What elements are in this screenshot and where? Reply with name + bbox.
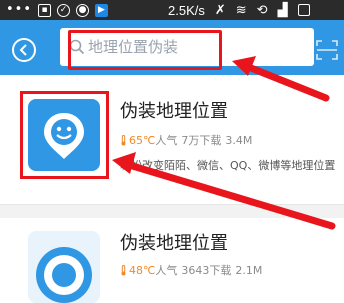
download-count: 7万下载 <box>181 134 222 147</box>
temperature-value: 65℃ <box>129 133 156 147</box>
scan-icon <box>316 40 338 60</box>
app-name[interactable]: 伪装地理位置 <box>120 97 228 123</box>
signal-icon: ▟ <box>277 2 288 17</box>
file-size: 2.1M <box>235 263 263 277</box>
check-notification-icon: ✓ <box>57 3 71 17</box>
app-meta: 48℃ 人气 3643下载 2.1M <box>120 262 262 278</box>
mute-icon: ✗ <box>214 2 226 17</box>
popularity-label: 人气 <box>155 134 178 147</box>
more-dots: ••• <box>6 2 33 17</box>
thermometer-icon <box>121 134 126 145</box>
status-bar: ••• ▪ ✓ ● ▶ 2.5K/s ✗ ≋ ⟲ ▟ <box>0 0 344 20</box>
file-size: 3.4M <box>225 133 253 147</box>
thermometer-icon <box>121 264 126 275</box>
temperature: 48℃ <box>120 264 155 277</box>
download-count: 3643下载 <box>181 264 232 277</box>
smiley-location-icon <box>44 113 84 159</box>
back-button[interactable] <box>12 38 36 62</box>
image-notification-icon: ▪ <box>38 3 52 17</box>
app-icon[interactable] <box>28 99 100 171</box>
search-header <box>0 20 344 75</box>
battery-icon <box>297 4 310 16</box>
sync-icon: ⟲ <box>256 2 268 17</box>
search-box[interactable] <box>60 28 314 66</box>
chevron-left-icon <box>19 44 27 56</box>
list-divider <box>0 205 344 218</box>
wifi-icon: ≋ <box>235 2 247 17</box>
temperature: 65℃ <box>120 134 155 147</box>
location-notification-icon: ● <box>76 3 90 17</box>
search-icon <box>68 38 86 56</box>
network-speed: 2.5K/s <box>168 2 205 18</box>
list-item[interactable]: 伪装地理位置 48℃ 人气 3643下载 2.1M <box>0 218 344 303</box>
search-input[interactable] <box>88 38 238 56</box>
search-results: 伪装地理位置 65℃ 人气 7万下载 3.4M 轻松改变陌陌、微信、QQ、微博等… <box>0 75 344 303</box>
app-icon[interactable] <box>28 231 100 303</box>
list-item[interactable]: 伪装地理位置 65℃ 人气 7万下载 3.4M 轻松改变陌陌、微信、QQ、微博等… <box>0 75 344 205</box>
popularity-label: 人气 <box>155 264 178 277</box>
temperature-value: 48℃ <box>129 263 156 277</box>
target-icon <box>36 247 92 303</box>
scan-button[interactable] <box>316 40 338 60</box>
play-notification-icon: ▶ <box>95 3 109 17</box>
app-description: 轻松改变陌陌、微信、QQ、微博等地理位置 <box>120 159 336 172</box>
app-name[interactable]: 伪装地理位置 <box>120 229 228 255</box>
app-meta: 65℃ 人气 7万下载 3.4M <box>120 132 252 148</box>
